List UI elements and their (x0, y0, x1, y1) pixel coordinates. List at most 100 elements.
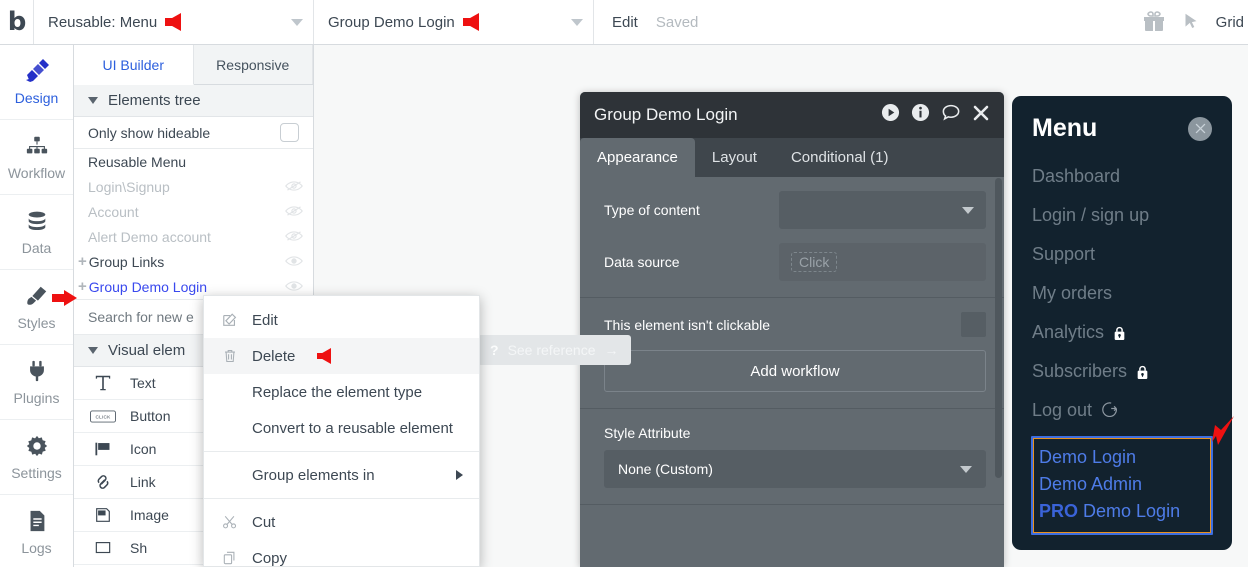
annotation-arrow-icon (1212, 415, 1238, 454)
rail-item-data[interactable]: Data (0, 195, 73, 270)
tree-item-group-links[interactable]: + Group Links (74, 249, 313, 274)
rail-item-plugins[interactable]: Plugins (0, 345, 73, 420)
tab-appearance-label: Appearance (597, 149, 678, 166)
trash-icon (220, 348, 240, 364)
annotation-arrow-icon (52, 288, 78, 313)
tree-item-alert-demo-account[interactable]: Alert Demo account (74, 224, 313, 249)
context-menu-item-replace-element-type[interactable]: Replace the element type (204, 374, 479, 410)
comment-icon[interactable] (941, 103, 961, 127)
context-menu-label: Cut (252, 514, 275, 531)
annotation-arrow-icon (165, 13, 181, 31)
only-show-hideable-label: Only show hideable (88, 125, 210, 141)
edit-status-area: Edit Saved (594, 0, 1142, 44)
rail-label-data: Data (22, 240, 52, 256)
type-of-content-select[interactable] (779, 191, 986, 229)
menu-item-label: Subscribers (1032, 361, 1127, 382)
see-reference-tooltip[interactable]: ? See reference → (478, 335, 631, 365)
data-source-label: Data source (604, 254, 769, 270)
type-of-content-row: Type of content (580, 177, 1004, 229)
rail-item-workflow[interactable]: Workflow (0, 120, 73, 195)
data-source-input[interactable]: Click (779, 243, 986, 281)
menu-item-analytics[interactable]: Analytics (1012, 313, 1232, 352)
context-menu-item-copy[interactable]: Copy (204, 540, 479, 567)
rail-label-design: Design (15, 90, 59, 106)
demo-login-link[interactable]: Demo Login (1039, 444, 1211, 471)
selected-group-demo-login[interactable]: Demo Login Demo Admin PRO Demo Login (1031, 436, 1213, 535)
style-attribute-select[interactable]: None (Custom) (604, 450, 986, 488)
close-icon[interactable] (972, 104, 990, 127)
tab-conditional[interactable]: Conditional (1) (774, 138, 906, 177)
context-menu-item-cut[interactable]: Cut (204, 504, 479, 540)
grid-label[interactable]: Grid (1216, 14, 1244, 31)
pro-demo-login-link[interactable]: PRO Demo Login (1039, 498, 1211, 525)
cursor-arrow-icon[interactable] (1180, 11, 1202, 33)
breadcrumb-label-2: Group Demo Login (328, 14, 455, 31)
menu-item-dashboard[interactable]: Dashboard (1012, 157, 1232, 196)
menu-preview-group[interactable]: Menu Dashboard Login / sign up Support M… (1012, 96, 1232, 550)
eye-icon[interactable] (285, 254, 303, 270)
only-show-hideable-checkbox[interactable] (280, 123, 299, 142)
edit-button[interactable]: Edit (612, 14, 638, 31)
demo-admin-link[interactable]: Demo Admin (1039, 471, 1211, 498)
eye-icon[interactable] (285, 279, 303, 295)
menu-item-my-orders[interactable]: My orders (1012, 274, 1232, 313)
divider (204, 451, 479, 452)
rail-item-design[interactable]: Design (0, 45, 73, 120)
chevron-down-icon[interactable] (571, 19, 583, 26)
context-menu-item-edit[interactable]: Edit (204, 302, 479, 338)
tree-item-login-signup[interactable]: Login\Signup (74, 174, 313, 199)
tab-layout[interactable]: Layout (695, 138, 774, 177)
menu-item-support[interactable]: Support (1012, 235, 1232, 274)
design-pencil-ruler-icon (24, 58, 50, 84)
only-show-hideable-row[interactable]: Only show hideable (74, 117, 313, 149)
context-menu-item-delete[interactable]: Delete (204, 338, 479, 374)
eye-slash-icon[interactable] (285, 204, 303, 220)
search-input[interactable]: Search for new e (88, 309, 194, 325)
menu-item-subscribers[interactable]: Subscribers (1012, 352, 1232, 391)
menu-item-login-signup[interactable]: Login / sign up (1012, 196, 1232, 235)
menu-item-label: Analytics (1032, 322, 1104, 343)
tab-appearance[interactable]: Appearance (580, 138, 695, 177)
breadcrumb-label-1: Reusable: Menu (48, 14, 157, 31)
lock-icon (1113, 325, 1127, 341)
divider (204, 498, 479, 499)
menu-item-log-out[interactable]: Log out (1012, 391, 1232, 430)
info-icon[interactable] (911, 103, 930, 127)
eye-slash-icon[interactable] (285, 179, 303, 195)
elements-tree-title: Elements tree (108, 92, 201, 109)
expand-plus-icon[interactable]: + (78, 278, 87, 295)
see-reference-label: See reference (508, 342, 596, 358)
tab-responsive[interactable]: Responsive (194, 45, 314, 84)
context-menu-label: Copy (252, 550, 287, 567)
tab-ui-builder-label: UI Builder (103, 57, 164, 73)
menu-title: Menu (1032, 114, 1097, 143)
gift-icon[interactable] (1142, 10, 1166, 34)
rail-item-logs[interactable]: Logs (0, 495, 73, 567)
top-bar: b Reusable: Menu Group Demo Login Edit S… (0, 0, 1248, 45)
add-workflow-button[interactable]: Add workflow (604, 350, 986, 392)
play-icon[interactable] (881, 103, 900, 127)
tab-ui-builder[interactable]: UI Builder (74, 45, 194, 85)
palette-label: Icon (130, 441, 156, 457)
bubble-logo[interactable]: b (0, 0, 34, 44)
tree-item-reusable-menu[interactable]: Reusable Menu (74, 149, 313, 174)
tree-item-account[interactable]: Account (74, 199, 313, 224)
logout-icon (1101, 400, 1118, 422)
menu-items-list: Dashboard Login / sign up Support My ord… (1012, 157, 1232, 430)
context-menu-item-convert-to-reusable[interactable]: Convert to a reusable element (204, 410, 479, 446)
data-source-placeholder: Click (791, 252, 837, 272)
expand-plus-icon[interactable]: + (78, 253, 87, 270)
breadcrumb-reusable-menu[interactable]: Reusable: Menu (34, 0, 314, 44)
palette-label: Link (130, 474, 156, 490)
chevron-down-icon[interactable] (291, 19, 303, 26)
elements-tree-header[interactable]: Elements tree (74, 85, 313, 117)
close-circle-icon[interactable] (1188, 117, 1212, 141)
eye-slash-icon[interactable] (285, 229, 303, 245)
rail-item-settings[interactable]: Settings (0, 420, 73, 495)
context-menu-item-group-elements-in[interactable]: Group elements in (204, 457, 479, 493)
property-panel-scrollbar[interactable] (995, 178, 1002, 478)
palette-label: Button (130, 408, 170, 424)
database-icon (25, 208, 49, 234)
breadcrumb-group-demo-login[interactable]: Group Demo Login (314, 0, 594, 44)
not-clickable-checkbox[interactable] (961, 312, 986, 337)
